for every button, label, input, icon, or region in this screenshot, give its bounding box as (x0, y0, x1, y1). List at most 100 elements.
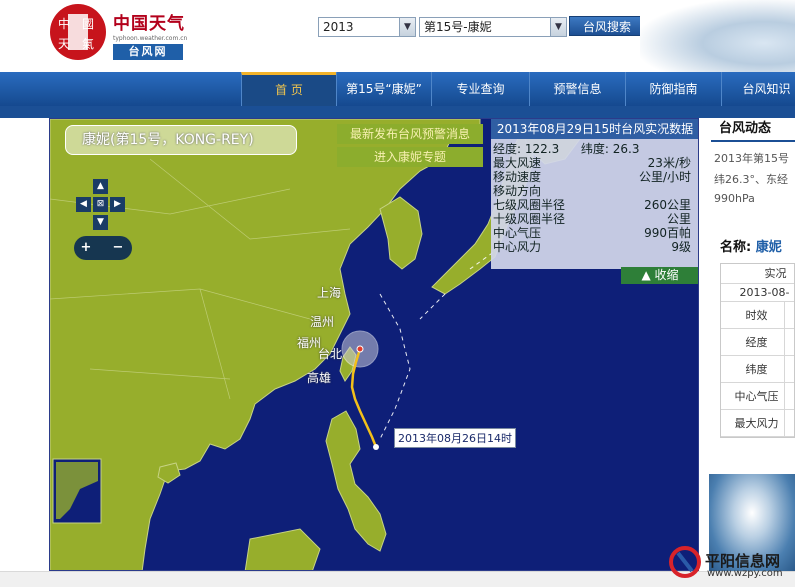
pan-reset-icon[interactable]: ⊠ (93, 197, 108, 212)
table-row: 纬度 (721, 356, 794, 383)
typhoon-title: 康妮(第15号，KONG-REY) (65, 125, 297, 155)
svg-text:氣: 氣 (82, 37, 94, 51)
info-row: 最大风速 23米/秒 (491, 156, 698, 170)
info-row: 十级风圈半径 公里 (491, 212, 698, 226)
typhoon-detail-table: 实况 2013-08- 时效 经度 纬度 中心气压 最大风力 (720, 263, 795, 438)
watermark-url: www.wzpy.com (707, 568, 783, 579)
nav-warnings[interactable]: 预警信息 (529, 72, 625, 106)
logo-url: typhoon.weather.com.cn (113, 35, 188, 42)
typhoon-search-button[interactable]: 台风搜索 (569, 16, 645, 36)
info-row: 移动速度 公里/小时 (491, 170, 698, 184)
map-zoom-control[interactable]: + − (74, 236, 132, 260)
nav-typhoon-knowledge[interactable]: 台风知识 (721, 72, 795, 106)
city-label-shanghai: 上海 (317, 286, 342, 300)
table-header: 实况 (721, 264, 794, 284)
info-row-label: 中心气压 (493, 226, 542, 240)
chevron-down-icon[interactable]: ▼ (550, 18, 566, 36)
track-start-label: 2013年08月26日14时 (394, 428, 516, 448)
zoom-in-button[interactable]: + (77, 239, 95, 257)
info-row-value: 9级 (671, 240, 691, 254)
pan-up-icon[interactable]: ▲ (93, 179, 108, 194)
info-row-label: 移动速度 (493, 170, 542, 184)
info-row-value: 公里/小时 (638, 170, 691, 184)
maritime-boundary (379, 250, 496, 440)
table-row: 时效 (721, 302, 794, 329)
nav-underbar (0, 106, 795, 118)
typhoon-info-panel: 2013年08月29日15时台风实况数据 经度: 122.3 纬度: 26.3 … (491, 119, 698, 269)
nav-professional-query[interactable]: 专业查询 (431, 72, 529, 106)
dynamics-line: 990hPa (714, 192, 755, 205)
city-label-taipei: 台北 (318, 347, 343, 361)
table-row: 中心气压 (721, 383, 794, 410)
year-select[interactable]: 2013 ▼ (318, 17, 416, 37)
zoom-out-button[interactable]: − (109, 239, 127, 257)
city-label-kaohsiung: 高雄 (307, 371, 332, 385)
lat-value: 26.3 (612, 142, 640, 156)
info-row-label: 中心风力 (493, 240, 542, 254)
nav-home[interactable]: 首 页 (241, 72, 336, 106)
pan-down-icon[interactable]: ▼ (93, 215, 108, 230)
site-logo[interactable]: 中国天气 typhoon.weather.com.cn 台风网 (113, 9, 187, 60)
table-row-label: 中心气压 (729, 383, 785, 409)
pan-right-icon[interactable]: ▶ (110, 197, 125, 212)
info-row-value: 23米/秒 (647, 156, 691, 170)
philippines-landmass (325, 410, 387, 552)
typhoon-current-position (356, 345, 364, 353)
info-collapse-button[interactable]: ▲ 收缩 (621, 267, 698, 284)
logo-name: 中国天气 (113, 14, 185, 34)
year-select-value: 2013 (323, 20, 354, 34)
typhoon-select-value: 第15号-康妮 (424, 20, 492, 34)
name-label: 名称: (720, 240, 756, 255)
info-row: 中心气压 990百帕 (491, 226, 698, 240)
info-row-value: 260公里 (644, 198, 691, 212)
site-header: 中 國 天 氣 中国天气 typhoon.weather.com.cn 台风网 … (0, 0, 795, 72)
info-row-label: 最大风速 (493, 156, 542, 170)
table-row: 最大风力 (721, 410, 794, 437)
table-row-label: 最大风力 (729, 410, 785, 436)
info-row-label: 十级风圈半径 (493, 212, 566, 226)
info-row-label: 七级风圈半径 (493, 198, 566, 212)
table-row-label: 时效 (729, 302, 785, 328)
info-row-coords: 经度: 122.3 纬度: 26.3 (491, 142, 698, 156)
map-pan-control[interactable]: ▲ ◀ ⊠ ▶ ▼ (73, 179, 128, 234)
chevron-down-icon[interactable]: ▼ (399, 18, 415, 36)
logo-sub: 台风网 (113, 44, 183, 60)
nav-current-typhoon[interactable]: 第15号“康妮” (336, 72, 431, 106)
info-row: 中心风力 9级 (491, 240, 698, 254)
name-value[interactable]: 康妮 (756, 240, 782, 255)
lat-label: 纬度: (580, 142, 609, 156)
city-label-wenzhou: 温州 (310, 315, 335, 329)
dynamics-line: 纬26.3°、东经 (714, 173, 788, 186)
info-row-value: 公里 (666, 212, 691, 226)
typhoon-topic-link[interactable]: 进入康妮专题 (337, 147, 483, 167)
info-row: 七级风圈半径 260公里 (491, 198, 698, 212)
lon-label: 经度: (493, 142, 522, 156)
table-row-label: 纬度 (729, 356, 785, 382)
track-start-point (373, 444, 379, 450)
lon-value: 122.3 (524, 142, 560, 156)
typhoon-name: 名称: 康妮 (720, 236, 782, 255)
info-heading: 2013年08月29日15时台风实况数据 (491, 119, 698, 139)
info-row-label: 移动方向 (493, 184, 542, 198)
svg-text:天: 天 (58, 37, 70, 51)
typhoon-dynamics-title: 台风动态 (711, 118, 795, 142)
table-date: 2013-08- (721, 284, 794, 302)
table-row: 经度 (721, 329, 794, 356)
pan-left-icon[interactable]: ◀ (76, 197, 91, 212)
svg-text:國: 國 (82, 17, 94, 31)
typhoon-select[interactable]: 第15号-康妮 ▼ (419, 17, 567, 37)
typhoon-map[interactable]: 康妮(第15号，KONG-REY) 最新发布台风预警消息 进入康妮专题 ▲ ◀ … (49, 118, 699, 571)
info-row: 移动方向 (491, 184, 698, 198)
nav-defense-guide[interactable]: 防御指南 (625, 72, 721, 106)
weather-seal-logo[interactable]: 中 國 天 氣 (48, 2, 108, 62)
korea-landmass (379, 196, 423, 270)
dynamics-line: 2013年第15号 (714, 152, 789, 165)
latest-warning-link[interactable]: 最新发布台风预警消息 (337, 124, 483, 144)
header-decoration (640, 0, 795, 72)
svg-text:中: 中 (58, 16, 70, 31)
borneo-landmass (244, 528, 321, 570)
info-row-value: 990百帕 (644, 226, 691, 240)
watermark-logo-icon (669, 546, 701, 578)
table-row-label: 经度 (729, 329, 785, 355)
main-nav: 首 页 第15号“康妮” 专业查询 预警信息 防御指南 台风知识 (0, 72, 795, 106)
